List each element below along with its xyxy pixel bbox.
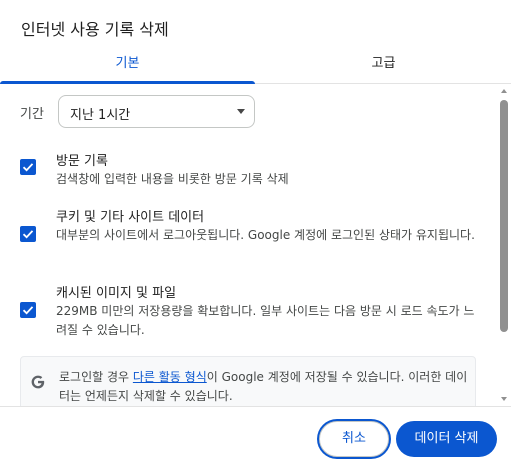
- time-range-dropdown[interactable]: 지난 1시간: [58, 95, 255, 128]
- tab-advanced[interactable]: 고급: [256, 48, 511, 83]
- dialog-title: 인터넷 사용 기록 삭제: [21, 20, 169, 39]
- option-title: 쿠키 및 기타 사이트 데이터: [56, 210, 205, 225]
- cancel-button[interactable]: 취소: [319, 421, 389, 457]
- check-icon: [22, 306, 34, 315]
- option-title: 캐시된 이미지 및 파일: [56, 286, 177, 301]
- delete-data-button[interactable]: 데이터 삭제: [396, 421, 497, 457]
- time-range-label: 기간: [20, 107, 44, 122]
- cookies-checkbox[interactable]: [20, 226, 36, 242]
- options-scroll-area: 기간 지난 1시간 방문 기록 검색창에 입력한 내용을 비롯한 방문 기록 삭…: [0, 84, 511, 406]
- check-icon: [22, 163, 34, 172]
- cached-files-checkbox[interactable]: [20, 302, 36, 318]
- option-description: 검색창에 입력한 내용을 비롯한 방문 기록 삭제: [56, 172, 289, 186]
- info-text-before: 로그인할 경우: [59, 370, 133, 384]
- option-title: 방문 기록: [56, 154, 108, 169]
- scrollbar[interactable]: [498, 84, 511, 406]
- tab-bar: 기본 고급: [0, 48, 511, 84]
- check-icon: [22, 230, 34, 239]
- option-description: 대부분의 사이트에서 로그아웃됩니다. Google 계정에 로그인된 상태가 …: [56, 228, 475, 242]
- option-description: 229MB 미만의 저장용량을 확보합니다. 일부 사이트는 다음 방문 시 로…: [56, 304, 475, 337]
- scroll-down-arrow-icon[interactable]: [501, 397, 507, 401]
- scrollbar-thumb[interactable]: [500, 100, 508, 332]
- browsing-history-checkbox[interactable]: [20, 159, 36, 175]
- google-account-info-box: 로그인할 경우 다른 활동 형식이 Google 계정에 저장될 수 있습니다.…: [20, 356, 476, 406]
- tab-basic[interactable]: 기본: [0, 48, 255, 83]
- clear-browsing-data-dialog: 인터넷 사용 기록 삭제 기본 고급 기간 지난 1시간 방문 기록 검색창에 …: [0, 0, 511, 470]
- dropdown-arrow-icon: [237, 109, 245, 114]
- scroll-up-arrow-icon[interactable]: [501, 89, 507, 93]
- info-text: 로그인할 경우 다른 활동 형식이 Google 계정에 저장될 수 있습니다.…: [59, 368, 469, 406]
- footer-divider: [0, 406, 511, 407]
- other-activity-link[interactable]: 다른 활동 형식: [133, 370, 207, 384]
- google-logo-icon: [31, 375, 45, 389]
- time-range-value: 지난 1시간: [70, 108, 131, 123]
